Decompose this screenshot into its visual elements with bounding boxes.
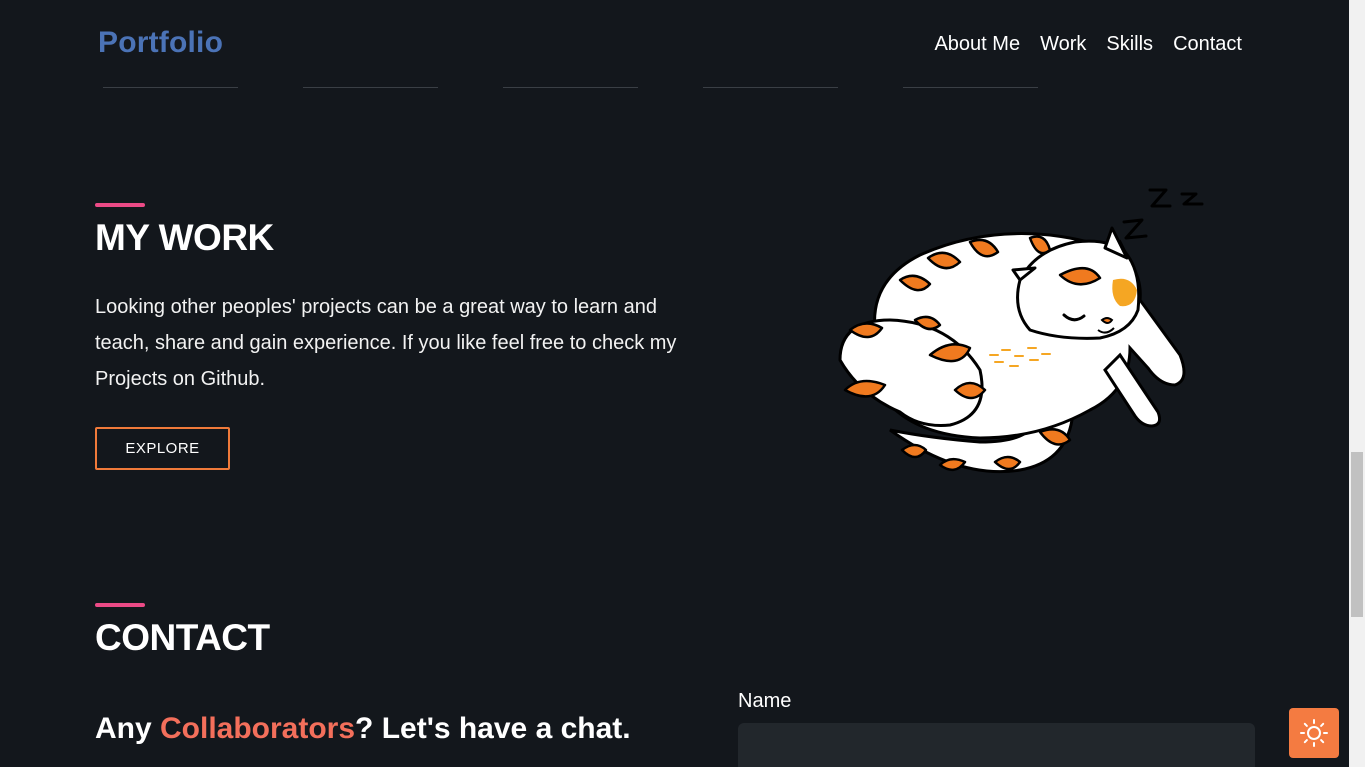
- nav-contact[interactable]: Contact: [1173, 33, 1242, 56]
- vertical-scrollbar[interactable]: [1349, 0, 1365, 767]
- tagline-suffix: ? Let's have a chat.: [355, 712, 631, 745]
- nav-about-me[interactable]: About Me: [934, 33, 1020, 56]
- divider-line: [903, 87, 1038, 88]
- nav-work[interactable]: Work: [1040, 33, 1086, 56]
- tagline-prefix: Any: [95, 712, 161, 745]
- scrollbar-thumb[interactable]: [1351, 452, 1363, 617]
- sleep-z-icon: [1122, 188, 1204, 240]
- theme-toggle-button[interactable]: [1289, 708, 1339, 758]
- work-description: Looking other peoples' projects can be a…: [95, 296, 677, 390]
- contact-section-title: CONTACT: [95, 617, 270, 658]
- contact-tagline: Any Collaborators? Let's have a chat.: [95, 712, 631, 746]
- work-section-title: MY WORK: [95, 217, 274, 258]
- tagline-highlight: Collaborators: [160, 712, 356, 745]
- name-input[interactable]: [738, 723, 1255, 767]
- portfolio-page: Portfolio About Me Work Skills Contact M…: [0, 0, 1349, 767]
- brand-logo[interactable]: Portfolio: [98, 26, 223, 60]
- explore-button[interactable]: EXPLORE: [95, 427, 230, 470]
- divider-line: [303, 87, 438, 88]
- nav-skills[interactable]: Skills: [1106, 33, 1153, 56]
- divider-line: [503, 87, 638, 88]
- name-label: Name: [738, 690, 792, 712]
- divider-line: [703, 87, 838, 88]
- contact-accent-bar: [95, 603, 145, 607]
- divider-line: [103, 87, 238, 88]
- main-nav: About Me Work Skills Contact: [934, 33, 1242, 56]
- sleeping-cat-illustration: [838, 188, 1204, 474]
- work-accent-bar: [95, 203, 145, 207]
- sun-icon: [1300, 719, 1328, 747]
